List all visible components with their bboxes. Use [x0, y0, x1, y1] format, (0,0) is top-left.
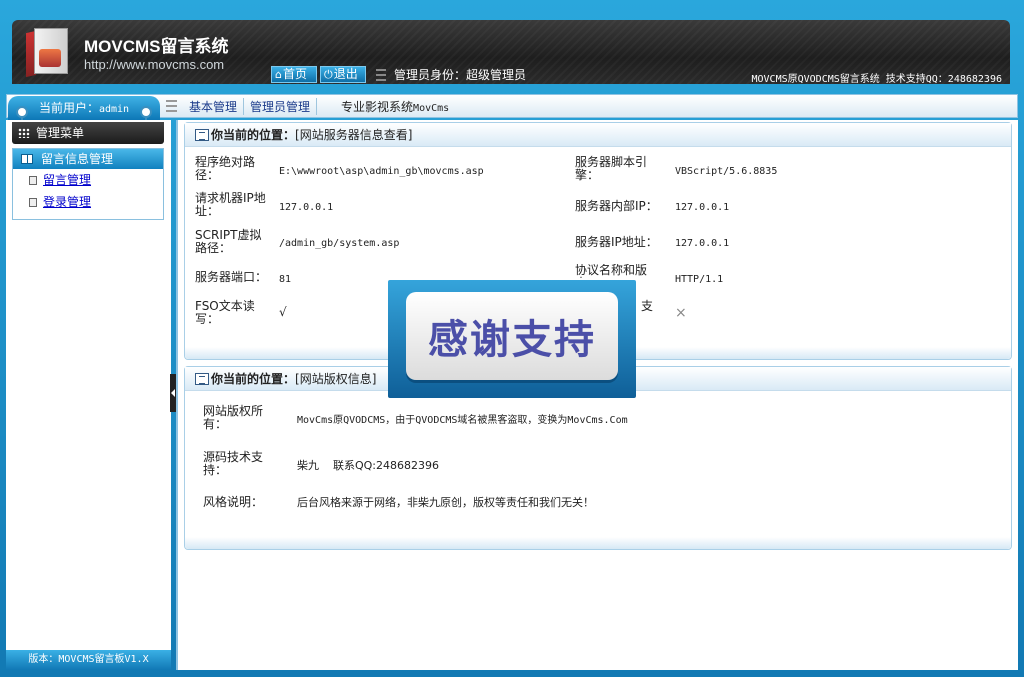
window-icon: [195, 129, 209, 141]
page-icon: [29, 176, 37, 185]
badge-plate: 感谢支持: [406, 292, 618, 380]
sidebar: 管理菜单 留言信息管理 留言管理 登录管理 版本：MOVCMS留言板V1.X: [6, 120, 171, 670]
row-label: 协议名称和版本：: [575, 264, 648, 278]
row-label: 服务器内部IP：: [575, 199, 658, 213]
row-label: 服务器脚本引擎：: [575, 155, 648, 182]
row-value: VBScript/5.6.8835: [675, 166, 778, 177]
badge-text: 感谢支持: [428, 317, 596, 363]
sidebar-item-message-management: 留言管理: [13, 169, 163, 191]
location-label: 你当前的位置：: [211, 372, 296, 386]
current-user-tab: 当前用户：admin: [8, 96, 160, 128]
home-button[interactable]: ⌂首页: [271, 66, 317, 83]
row-value: 127.0.0.1: [675, 202, 730, 213]
admin-role-text: 管理员身份：超级管理员: [394, 68, 527, 82]
menu-group-header[interactable]: 留言信息管理: [13, 149, 163, 169]
row-value: 127.0.0.1: [279, 202, 334, 213]
app-window: MOVCMS留言系统 http://www.movcms.com ⌂首页 ⏻退出…: [0, 0, 1024, 677]
menu-lines-icon: [376, 69, 386, 81]
row-label: SCRIPT虚拟路径：: [195, 228, 262, 255]
location-value: [网站服务器信息查看]: [295, 128, 413, 142]
logout-button[interactable]: ⏻退出: [320, 66, 366, 83]
current-user-label: 当前用户：: [38, 101, 99, 115]
row-value: MovCms原QVODCMS，由于QVODCMS域名被黑客盗取，变换为MovCm…: [297, 415, 628, 426]
nav-admin-management[interactable]: 管理员管理: [244, 97, 318, 115]
grip-icon: [166, 100, 177, 112]
power-icon: ⏻: [324, 68, 333, 81]
panel-footer: [185, 537, 1011, 549]
header: MOVCMS留言系统 http://www.movcms.com ⌂首页 ⏻退出…: [12, 20, 1010, 84]
menu-title: 管理菜单: [36, 126, 85, 140]
sidebar-item-login-management: 登录管理: [13, 191, 163, 213]
logo-box-front: [34, 28, 68, 74]
row-label: FSO文本读写：: [195, 299, 255, 326]
row-label: 网站版权所有：: [203, 404, 264, 431]
current-user-name: admin: [98, 104, 130, 115]
row-label: 请求机器IP地址：: [195, 191, 266, 218]
row-label: 风格说明：: [203, 495, 264, 509]
window-icon: [195, 373, 209, 385]
version-info: 版本：MOVCMS留言板V1.X: [6, 650, 171, 670]
row-label: 源码技术支持：: [203, 450, 264, 477]
location-label: 你当前的位置：: [211, 128, 296, 142]
panel-header: 你当前的位置：[网站服务器信息查看]: [185, 123, 1011, 147]
slogan-prefix: 专业影视系统: [341, 99, 414, 114]
row-value: 81: [279, 274, 292, 285]
home-label: 首页: [282, 67, 307, 81]
nav-product-slogan: 专业影视系统MovCms: [317, 98, 449, 115]
location-value: [网站版权信息]: [295, 372, 377, 386]
row-value: E:\wwwroot\asp\admin_gb\movcms.asp: [279, 166, 484, 177]
book-icon: [21, 154, 33, 164]
grid-dots-icon: [18, 128, 30, 138]
hanger-icon-right: [140, 106, 152, 128]
top-nav: 基本管理 管理员管理 专业影视系统MovCms: [166, 97, 449, 115]
row-label: 服务器IP地址：: [575, 235, 658, 249]
menu-group-title: 留言信息管理: [41, 152, 114, 166]
row-label: 程序绝对路径：: [195, 155, 256, 182]
check-icon: √: [279, 305, 287, 319]
app-url: http://www.movcms.com: [84, 57, 225, 72]
menu-group-message: 留言信息管理 留言管理 登录管理: [12, 148, 164, 220]
row-value: /admin_gb/system.asp: [279, 238, 400, 249]
app-title: MOVCMS留言系统: [84, 37, 229, 56]
row-value: 后台风格来源于网络，非柴九原创，版权等责任和我们无关！: [297, 496, 594, 509]
logout-label: 退出: [333, 67, 358, 81]
menu-header: 管理菜单: [12, 122, 164, 144]
login-management-link[interactable]: 登录管理: [43, 195, 91, 209]
row-value: HTTP/1.1: [675, 274, 724, 285]
cross-icon: ×: [675, 305, 687, 321]
message-management-link[interactable]: 留言管理: [43, 173, 91, 187]
product-box-logo: [24, 26, 80, 80]
home-icon: ⌂: [275, 68, 282, 81]
thanks-badge: 感谢支持: [388, 280, 636, 398]
page-icon: [29, 198, 37, 207]
row-value: 127.0.0.1: [675, 238, 730, 249]
nav-basic-management[interactable]: 基本管理: [183, 97, 245, 115]
support-info: MOVCMS原QVODCMS留言系统 技术支持QQ：248682396: [751, 74, 1002, 84]
slogan-suffix: MovCms: [413, 102, 450, 114]
row-value: 柴九 联系QQ:248682396: [297, 459, 439, 472]
row-label: 支: [641, 299, 654, 313]
hanger-icon-left: [16, 106, 28, 128]
row-label: 服务器端口：: [195, 270, 268, 284]
